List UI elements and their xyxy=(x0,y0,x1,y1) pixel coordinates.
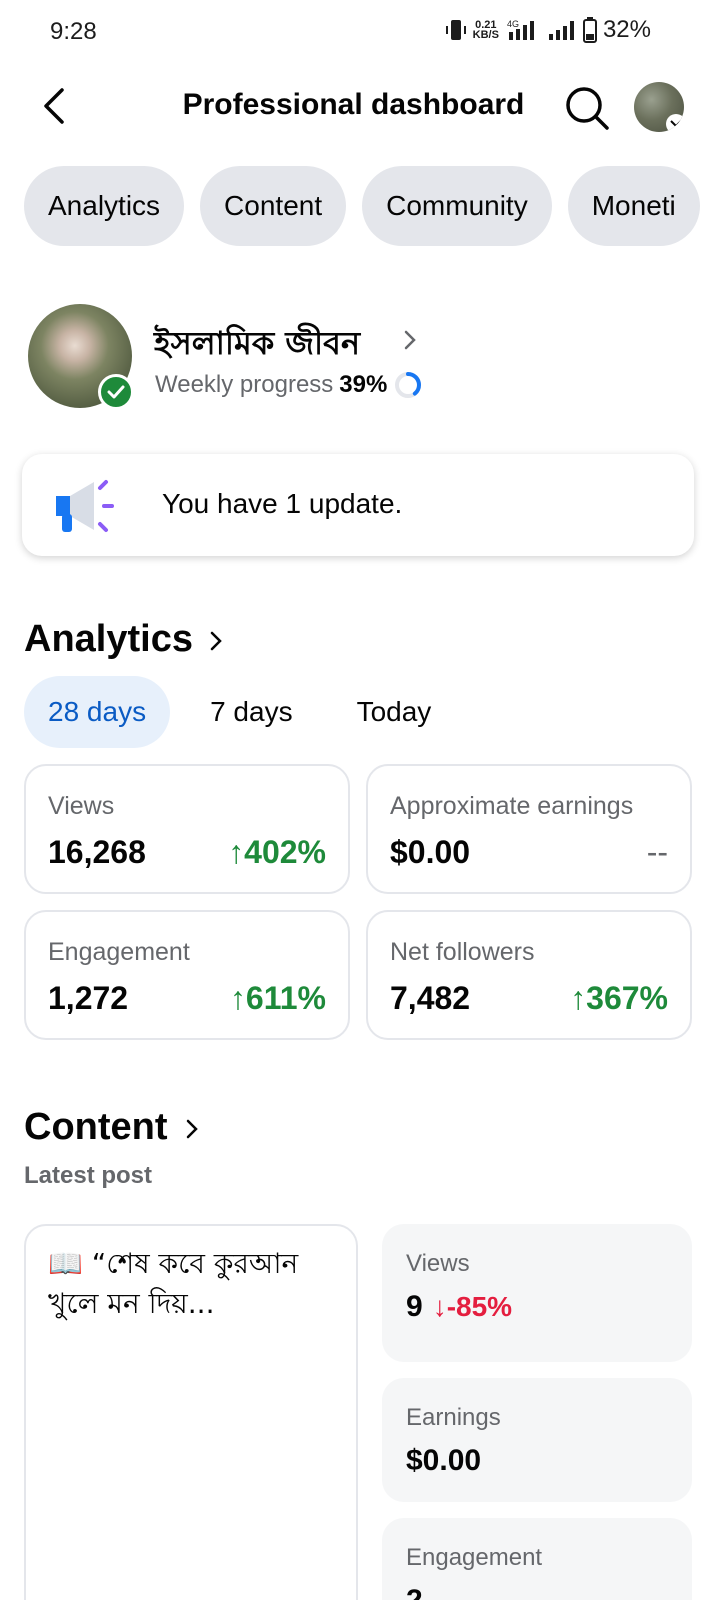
chevron-right-icon[interactable] xyxy=(208,628,224,654)
stat-label: Views xyxy=(48,792,115,820)
period-selector: 28 days 7 days Today xyxy=(24,676,471,748)
post-metric-views[interactable]: Views 9 ↓-85% xyxy=(382,1224,692,1362)
status-bar: 9:28 0.21 KB/S 4G 32% xyxy=(0,0,715,64)
stat-change: ↑611% xyxy=(229,980,326,1016)
stat-card-net-followers[interactable]: Net followers 7,482 ↑367% xyxy=(366,910,692,1040)
period-today[interactable]: Today xyxy=(333,676,456,748)
metric-value: 9 ↓-85% xyxy=(406,1290,512,1324)
net-speed-unit: KB/S xyxy=(472,29,499,41)
verified-check-icon xyxy=(98,374,134,410)
app-header: Professional dashboard xyxy=(0,72,715,144)
stat-value: 1,272 xyxy=(48,980,129,1016)
chevron-right-icon[interactable] xyxy=(184,1116,200,1142)
content-heading[interactable]: Content xyxy=(24,1106,168,1149)
stat-change: ↑402% xyxy=(228,834,326,870)
update-text: You have 1 update. xyxy=(162,488,403,519)
signal-4g-icon: 4G xyxy=(507,19,534,40)
latest-post-card[interactable]: 📖 “শেষ কবে কুরআন খুলে মন দিয়... xyxy=(24,1224,358,1600)
metric-value: 2 xyxy=(406,1584,423,1600)
weekly-progress-value: 39% xyxy=(339,371,388,398)
tab-analytics[interactable]: Analytics xyxy=(24,166,185,246)
stat-value: $0.00 xyxy=(390,834,471,870)
metric-label: Views xyxy=(406,1250,470,1277)
status-icons: 0.21 KB/S 4G 32% xyxy=(445,16,651,44)
metric-label: Earnings xyxy=(406,1404,501,1431)
status-time: 9:28 xyxy=(50,18,97,45)
svg-text:4G: 4G xyxy=(507,19,519,29)
post-metric-earnings[interactable]: Earnings $0.00 xyxy=(382,1378,692,1502)
profile-name[interactable]: ইসলামিক জীবন xyxy=(154,318,360,372)
stat-value: 7,482 xyxy=(390,980,471,1016)
stat-change: ↑367% xyxy=(570,980,668,1016)
post-text: 📖 “শেষ কবে কুরআন খুলে মন দিয়... xyxy=(48,1247,299,1320)
update-card[interactable]: You have 1 update. xyxy=(22,454,694,556)
latest-post-label: Latest post xyxy=(24,1162,153,1189)
tab-community[interactable]: Community xyxy=(362,166,552,246)
metric-label: Engagement xyxy=(406,1544,543,1571)
period-7-days[interactable]: 7 days xyxy=(186,676,317,748)
metric-value: $0.00 xyxy=(406,1444,481,1478)
metric-number: $0.00 xyxy=(406,1444,482,1477)
profile-switcher-avatar[interactable] xyxy=(634,82,684,132)
chevron-down-icon xyxy=(666,114,684,132)
vibrate-icon xyxy=(445,20,466,40)
analytics-heading[interactable]: Analytics xyxy=(24,618,193,661)
metric-change: ↓-85% xyxy=(432,1291,513,1322)
period-28-days[interactable]: 28 days xyxy=(24,676,171,748)
megaphone-icon xyxy=(56,480,114,532)
stat-change: -- xyxy=(646,834,668,870)
net-speed: 0.21 KB/S xyxy=(472,20,499,41)
battery-level: 32% xyxy=(602,16,651,43)
stat-label: Net followers xyxy=(390,938,535,966)
chevron-right-icon[interactable] xyxy=(402,328,418,352)
stat-card-views[interactable]: Views 16,268 ↑402% xyxy=(24,764,350,894)
stat-value: 16,268 xyxy=(48,834,146,870)
post-metric-engagement[interactable]: Engagement 2 xyxy=(382,1518,692,1600)
stat-card-engagement[interactable]: Engagement 1,272 ↑611% xyxy=(24,910,350,1040)
metric-number: 2 xyxy=(406,1584,423,1600)
stat-card-earnings[interactable]: Approximate earnings $0.00 -- xyxy=(366,764,692,894)
search-icon xyxy=(566,87,609,130)
stat-label: Approximate earnings xyxy=(390,792,634,820)
weekly-progress-label: Weekly progress xyxy=(155,371,334,398)
weekly-progress: Weekly progress 39% xyxy=(155,370,423,400)
search-button[interactable] xyxy=(563,84,611,132)
signal-icon xyxy=(548,21,574,40)
battery-icon xyxy=(582,17,597,43)
tab-content[interactable]: Content xyxy=(200,166,347,246)
dashboard-tabs: Analytics Content Community Moneti xyxy=(24,166,715,246)
stat-label: Engagement xyxy=(48,938,190,966)
progress-ring-icon xyxy=(395,372,422,398)
tab-monetization[interactable]: Moneti xyxy=(567,166,700,246)
metric-number: 9 xyxy=(406,1290,423,1323)
